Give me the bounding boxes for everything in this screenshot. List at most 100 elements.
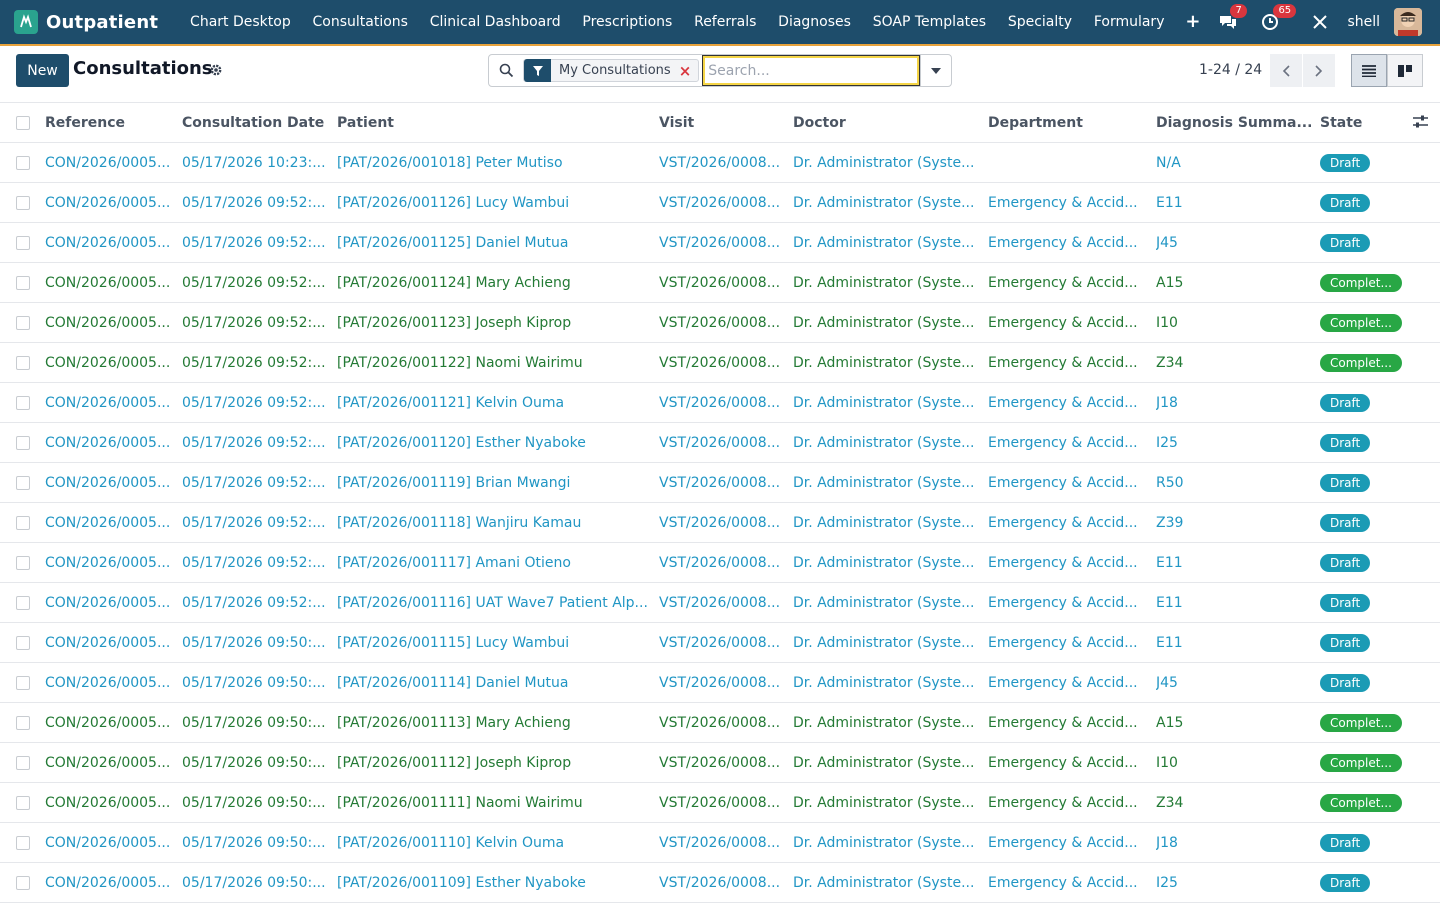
- cell-diagnosis-summary[interactable]: E11: [1156, 183, 1314, 223]
- cell-patient[interactable]: [PAT/2026/001112] Joseph Kiprop: [337, 743, 653, 783]
- table-row[interactable]: CON/2026/0005... 05/17/2026 10:23:... [PAT…: [0, 143, 1440, 183]
- cell-visit[interactable]: VST/2026/0008...: [659, 783, 785, 823]
- cell-department[interactable]: Emergency & Accid...: [988, 863, 1142, 903]
- table-row[interactable]: CON/2026/0005... 05/17/2026 09:50:... [PAT…: [0, 663, 1440, 703]
- cell-department[interactable]: Emergency & Accid...: [988, 583, 1142, 623]
- row-checkbox[interactable]: [16, 756, 30, 770]
- header-consultation-date[interactable]: Consultation Date: [182, 103, 330, 143]
- menu-clinical-dashboard[interactable]: Clinical Dashboard: [419, 0, 572, 44]
- menu-chart-desktop[interactable]: Chart Desktop: [179, 0, 301, 44]
- cell-reference[interactable]: CON/2026/0005...: [45, 183, 175, 223]
- cell-patient[interactable]: [PAT/2026/001113] Mary Achieng: [337, 703, 653, 743]
- cell-consultation-date[interactable]: 05/17/2026 09:52:...: [182, 583, 330, 623]
- search-input[interactable]: [702, 55, 921, 86]
- cell-doctor[interactable]: Dr. Administrator (Syste...: [793, 143, 979, 183]
- menu-specialty[interactable]: Specialty: [997, 0, 1083, 44]
- row-checkbox[interactable]: [16, 636, 30, 650]
- cell-diagnosis-summary[interactable]: J18: [1156, 823, 1314, 863]
- header-reference[interactable]: Reference: [45, 103, 175, 143]
- cell-patient[interactable]: [PAT/2026/001125] Daniel Mutua: [337, 223, 653, 263]
- pager-previous-button[interactable]: [1270, 54, 1302, 87]
- table-row[interactable]: CON/2026/0005... 05/17/2026 09:52:... [PAT…: [0, 463, 1440, 503]
- row-checkbox[interactable]: [16, 436, 30, 450]
- cell-reference[interactable]: CON/2026/0005...: [45, 583, 175, 623]
- menu-consultations[interactable]: Consultations: [302, 0, 419, 44]
- table-row[interactable]: CON/2026/0005... 05/17/2026 09:50:... [PAT…: [0, 703, 1440, 743]
- pager-next-button[interactable]: [1303, 54, 1335, 87]
- cell-visit[interactable]: VST/2026/0008...: [659, 743, 785, 783]
- cell-consultation-date[interactable]: 05/17/2026 09:50:...: [182, 863, 330, 903]
- cell-patient[interactable]: [PAT/2026/001110] Kelvin Ouma: [337, 823, 653, 863]
- header-department[interactable]: Department: [988, 103, 1142, 143]
- gear-icon[interactable]: [209, 62, 223, 81]
- cell-department[interactable]: Emergency & Accid...: [988, 623, 1142, 663]
- row-checkbox[interactable]: [16, 596, 30, 610]
- table-row[interactable]: CON/2026/0005... 05/17/2026 09:52:... [PAT…: [0, 303, 1440, 343]
- header-patient[interactable]: Patient: [337, 103, 653, 143]
- table-row[interactable]: CON/2026/0005... 05/17/2026 09:52:... [PAT…: [0, 183, 1440, 223]
- row-checkbox[interactable]: [16, 396, 30, 410]
- cell-diagnosis-summary[interactable]: A15: [1156, 703, 1314, 743]
- row-checkbox[interactable]: [16, 516, 30, 530]
- cell-consultation-date[interactable]: 05/17/2026 09:52:...: [182, 263, 330, 303]
- cell-department[interactable]: Emergency & Accid...: [988, 543, 1142, 583]
- cell-consultation-date[interactable]: 05/17/2026 09:52:...: [182, 423, 330, 463]
- cell-patient[interactable]: [PAT/2026/001111] Naomi Wairimu: [337, 783, 653, 823]
- avatar[interactable]: [1394, 8, 1422, 36]
- cell-department[interactable]: Emergency & Accid...: [988, 383, 1142, 423]
- cell-department[interactable]: Emergency & Accid...: [988, 423, 1142, 463]
- cell-diagnosis-summary[interactable]: N/A: [1156, 143, 1314, 183]
- cell-reference[interactable]: CON/2026/0005...: [45, 823, 175, 863]
- cell-consultation-date[interactable]: 05/17/2026 09:52:...: [182, 503, 330, 543]
- cell-visit[interactable]: VST/2026/0008...: [659, 143, 785, 183]
- cell-doctor[interactable]: Dr. Administrator (Syste...: [793, 783, 979, 823]
- cell-patient[interactable]: [PAT/2026/001124] Mary Achieng: [337, 263, 653, 303]
- cell-reference[interactable]: CON/2026/0005...: [45, 503, 175, 543]
- cell-department[interactable]: Emergency & Accid...: [988, 463, 1142, 503]
- cell-patient[interactable]: [PAT/2026/001120] Esther Nyaboke: [337, 423, 653, 463]
- cell-diagnosis-summary[interactable]: J45: [1156, 663, 1314, 703]
- row-checkbox[interactable]: [16, 476, 30, 490]
- cell-consultation-date[interactable]: 05/17/2026 09:52:...: [182, 543, 330, 583]
- cell-reference[interactable]: CON/2026/0005...: [45, 383, 175, 423]
- facet-remove-icon[interactable]: ×: [679, 62, 699, 80]
- cell-consultation-date[interactable]: 05/17/2026 09:52:...: [182, 343, 330, 383]
- cell-reference[interactable]: CON/2026/0005...: [45, 863, 175, 903]
- cell-department[interactable]: Emergency & Accid...: [988, 343, 1142, 383]
- row-checkbox[interactable]: [16, 876, 30, 890]
- row-checkbox[interactable]: [16, 836, 30, 850]
- cell-visit[interactable]: VST/2026/0008...: [659, 583, 785, 623]
- cell-reference[interactable]: CON/2026/0005...: [45, 343, 175, 383]
- cell-doctor[interactable]: Dr. Administrator (Syste...: [793, 743, 979, 783]
- row-checkbox[interactable]: [16, 236, 30, 250]
- cell-patient[interactable]: [PAT/2026/001117] Amani Otieno: [337, 543, 653, 583]
- cell-diagnosis-summary[interactable]: I25: [1156, 863, 1314, 903]
- row-checkbox[interactable]: [16, 156, 30, 170]
- cell-patient[interactable]: [PAT/2026/001126] Lucy Wambui: [337, 183, 653, 223]
- cell-visit[interactable]: VST/2026/0008...: [659, 623, 785, 663]
- cell-department[interactable]: Emergency & Accid...: [988, 183, 1142, 223]
- cell-visit[interactable]: VST/2026/0008...: [659, 343, 785, 383]
- cell-consultation-date[interactable]: 05/17/2026 09:52:...: [182, 463, 330, 503]
- app-logo-icon[interactable]: [14, 10, 38, 34]
- row-checkbox[interactable]: [16, 316, 30, 330]
- cell-doctor[interactable]: Dr. Administrator (Syste...: [793, 343, 979, 383]
- cell-department[interactable]: Emergency & Accid...: [988, 263, 1142, 303]
- cell-diagnosis-summary[interactable]: I25: [1156, 423, 1314, 463]
- table-row[interactable]: CON/2026/0005... 05/17/2026 09:50:... [PAT…: [0, 863, 1440, 903]
- cell-doctor[interactable]: Dr. Administrator (Syste...: [793, 863, 979, 903]
- cell-reference[interactable]: CON/2026/0005...: [45, 423, 175, 463]
- cell-diagnosis-summary[interactable]: J45: [1156, 223, 1314, 263]
- cell-reference[interactable]: CON/2026/0005...: [45, 263, 175, 303]
- cell-diagnosis-summary[interactable]: E11: [1156, 583, 1314, 623]
- cell-diagnosis-summary[interactable]: I10: [1156, 743, 1314, 783]
- table-row[interactable]: CON/2026/0005... 05/17/2026 09:50:... [PAT…: [0, 823, 1440, 863]
- row-checkbox[interactable]: [16, 196, 30, 210]
- cell-doctor[interactable]: Dr. Administrator (Syste...: [793, 823, 979, 863]
- cell-visit[interactable]: VST/2026/0008...: [659, 823, 785, 863]
- debug-tools-icon[interactable]: [1312, 14, 1328, 30]
- cell-diagnosis-summary[interactable]: J18: [1156, 383, 1314, 423]
- cell-visit[interactable]: VST/2026/0008...: [659, 223, 785, 263]
- cell-reference[interactable]: CON/2026/0005...: [45, 663, 175, 703]
- cell-department[interactable]: Emergency & Accid...: [988, 703, 1142, 743]
